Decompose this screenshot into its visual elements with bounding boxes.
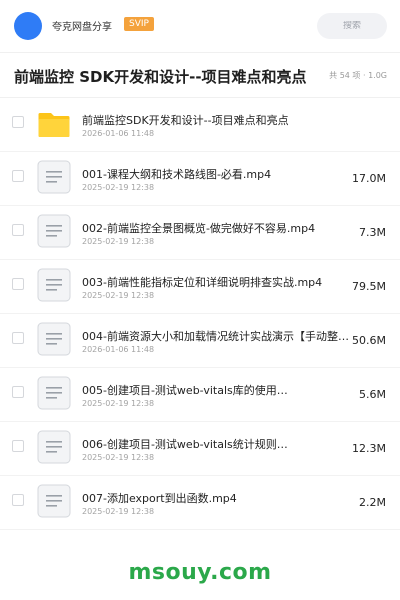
document-icon (37, 160, 71, 194)
file-name[interactable]: 001-课程大纲和技术路线图-必看.mp4 (82, 166, 352, 182)
file-row[interactable]: 005-创建项目-测试web-vitals库的使用… 2025-02-19 12… (0, 368, 400, 422)
file-name[interactable]: 007-添加export到出函数.mp4 (82, 490, 352, 506)
row-checkbox[interactable] (12, 278, 24, 290)
share-page: 夸克网盘分享 SVIP 前端监控 SDK开发和设计--项目难点和亮点 共 54 … (0, 0, 400, 600)
file-date: 2026-01-06 11:48 (82, 129, 155, 138)
row-checkbox[interactable] (12, 224, 24, 236)
file-size: 79.5M (352, 280, 386, 293)
avatar[interactable] (14, 12, 42, 40)
folder-title-bar: 前端监控 SDK开发和设计--项目难点和亮点 共 54 项 · 1.0G (0, 52, 400, 98)
document-icon (37, 214, 71, 248)
document-icon (37, 322, 71, 356)
file-date: 2025-02-19 12:38 (82, 399, 155, 408)
row-checkbox[interactable] (12, 386, 24, 398)
file-date: 2025-02-19 12:38 (82, 453, 155, 462)
page-title: 前端监控 SDK开发和设计--项目难点和亮点 (14, 68, 307, 86)
site-watermark: msouy.com (128, 560, 272, 585)
row-checkbox[interactable] (12, 440, 24, 452)
file-size: 2.2M (359, 496, 386, 509)
file-name[interactable]: 006-创建项目-测试web-vitals统计规则… (82, 436, 352, 452)
row-checkbox[interactable] (12, 494, 24, 506)
row-checkbox[interactable] (12, 116, 24, 128)
file-name[interactable]: 005-创建项目-测试web-vitals库的使用… (82, 382, 352, 398)
document-icon (37, 376, 71, 410)
share-owner-name: 夸克网盘分享 (52, 22, 112, 33)
file-date: 2025-02-19 12:38 (82, 183, 155, 192)
file-row[interactable]: 002-前端监控全景图概览-做完做好不容易.mp4 2025-02-19 12:… (0, 206, 400, 260)
file-size: 17.0M (352, 172, 386, 185)
search-input[interactable] (324, 21, 380, 31)
file-date: 2025-02-19 12:38 (82, 237, 155, 246)
file-date: 2025-02-19 12:38 (82, 507, 155, 516)
row-checkbox[interactable] (12, 170, 24, 182)
file-row[interactable]: 006-创建项目-测试web-vitals统计规则… 2025-02-19 12… (0, 422, 400, 476)
file-row[interactable]: 001-课程大纲和技术路线图-必看.mp4 2025-02-19 12:38 1… (0, 152, 400, 206)
file-date: 2025-02-19 12:38 (82, 291, 155, 300)
file-row-folder[interactable]: 前端监控SDK开发和设计--项目难点和亮点 2026-01-06 11:48 (0, 98, 400, 152)
header: 夸克网盘分享 SVIP (0, 0, 400, 52)
file-size: 7.3M (359, 226, 386, 239)
file-size: 5.6M (359, 388, 386, 401)
folder-summary: 共 54 项 · 1.0G (329, 71, 387, 80)
row-checkbox[interactable] (12, 332, 24, 344)
svip-badge: SVIP (124, 17, 154, 31)
file-name[interactable]: 004-前端资源大小和加载情况统计实战演示【手动整理】.mp4 (82, 328, 352, 344)
file-name[interactable]: 003-前端性能指标定位和详细说明排查实战.mp4 (82, 274, 352, 290)
file-list: 前端监控SDK开发和设计--项目难点和亮点 2026-01-06 11:48 0… (0, 98, 400, 530)
folder-icon (38, 113, 70, 137)
file-row[interactable]: 004-前端资源大小和加载情况统计实战演示【手动整理】.mp4 2026-01-… (0, 314, 400, 368)
document-icon (37, 268, 71, 302)
document-icon (37, 484, 71, 518)
file-row[interactable]: 007-添加export到出函数.mp4 2025-02-19 12:38 2.… (0, 476, 400, 530)
file-size: 12.3M (352, 442, 386, 455)
file-name[interactable]: 002-前端监控全景图概览-做完做好不容易.mp4 (82, 220, 352, 236)
document-icon (37, 430, 71, 464)
file-size: 50.6M (352, 334, 386, 347)
file-row[interactable]: 003-前端性能指标定位和详细说明排查实战.mp4 2025-02-19 12:… (0, 260, 400, 314)
file-date: 2026-01-06 11:48 (82, 345, 155, 354)
search-box[interactable] (317, 13, 387, 39)
file-name[interactable]: 前端监控SDK开发和设计--项目难点和亮点 (82, 112, 352, 128)
